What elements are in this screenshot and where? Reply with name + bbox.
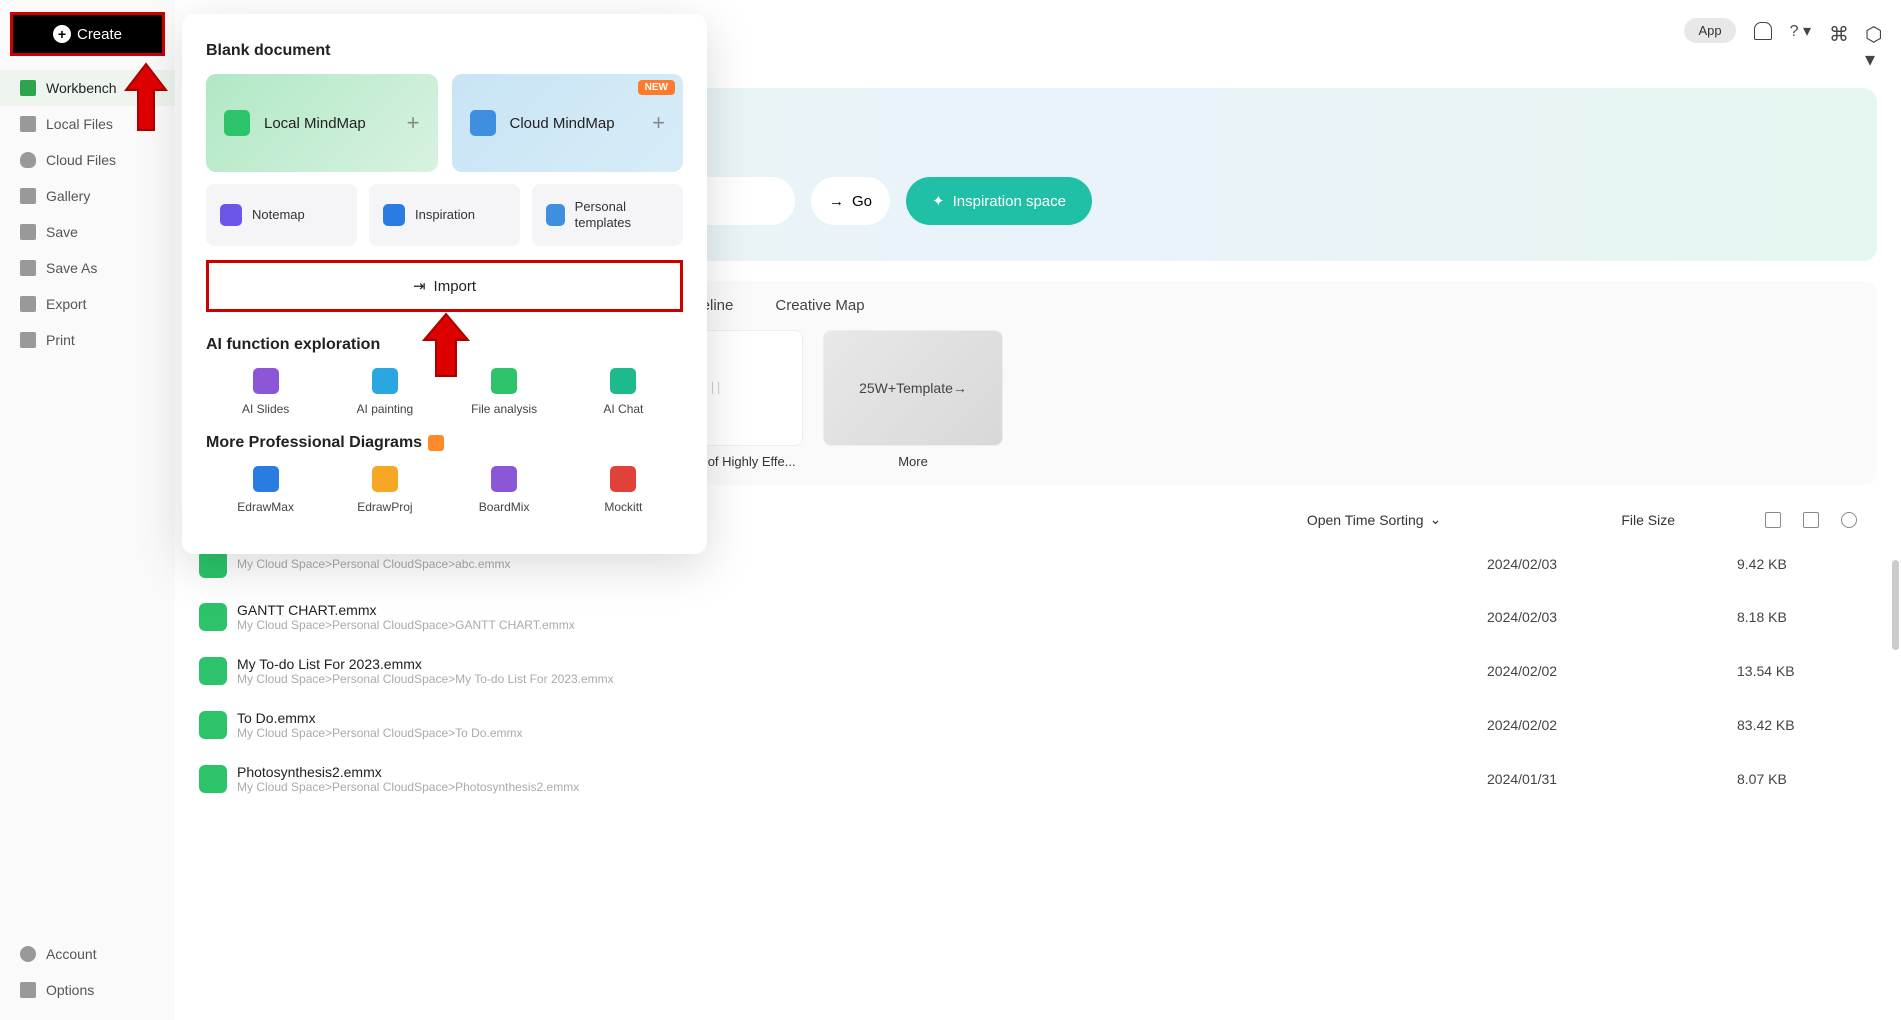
personal-templates-icon bbox=[546, 204, 565, 226]
notemap-card[interactable]: Notemap bbox=[206, 184, 357, 246]
cloud-icon bbox=[20, 152, 36, 168]
cloud-mindmap-icon bbox=[470, 110, 496, 136]
sidebar-item-save-as[interactable]: Save As bbox=[0, 250, 175, 286]
import-icon: ⇥ bbox=[413, 277, 426, 295]
file-name: My To-do List For 2023.emmx bbox=[237, 656, 614, 672]
gift-icon bbox=[428, 435, 444, 451]
list-view-icon[interactable] bbox=[1765, 512, 1781, 528]
gear-icon bbox=[20, 982, 36, 998]
inspiration-card[interactable]: Inspiration bbox=[369, 184, 520, 246]
sidebar-item-gallery[interactable]: Gallery bbox=[0, 178, 175, 214]
file-row[interactable]: To Do.emmx My Cloud Space>Personal Cloud… bbox=[199, 698, 1857, 752]
notemap-icon bbox=[220, 204, 242, 226]
folder-icon bbox=[20, 116, 36, 132]
ai-icon bbox=[253, 368, 279, 394]
local-mindmap-card[interactable]: Local MindMap + bbox=[206, 74, 438, 172]
ai-icon bbox=[610, 368, 636, 394]
sidebar: + Create Workbench Local Files Cloud Fil… bbox=[0, 0, 175, 1020]
sort-open-time[interactable]: Open Time Sorting ⌄ bbox=[1307, 511, 1441, 528]
pro-item[interactable]: EdrawProj bbox=[325, 466, 444, 514]
gallery-icon bbox=[20, 188, 36, 204]
sidebar-item-account[interactable]: Account bbox=[0, 936, 175, 972]
annotation-arrow-import bbox=[416, 310, 476, 382]
tab-creative-map[interactable]: Creative Map bbox=[775, 297, 864, 314]
workbench-icon bbox=[20, 80, 36, 96]
scrollbar-thumb[interactable] bbox=[1892, 560, 1899, 650]
file-name: To Do.emmx bbox=[237, 710, 522, 726]
import-button[interactable]: ⇥ Import bbox=[206, 260, 683, 312]
plus-icon: + bbox=[652, 110, 665, 136]
refresh-icon[interactable] bbox=[1841, 512, 1857, 528]
pro-icon bbox=[491, 466, 517, 492]
file-size: 9.42 KB bbox=[1737, 556, 1857, 572]
save-icon bbox=[20, 224, 36, 240]
account-icon bbox=[20, 946, 36, 962]
pro-item[interactable]: BoardMix bbox=[445, 466, 564, 514]
sidebar-item-options[interactable]: Options bbox=[0, 972, 175, 1008]
create-button[interactable]: + Create bbox=[10, 12, 165, 56]
col-file-size: File Size bbox=[1621, 512, 1675, 528]
file-size: 83.42 KB bbox=[1737, 717, 1857, 733]
file-date: 2024/02/03 bbox=[1487, 556, 1737, 572]
ai-icon bbox=[372, 368, 398, 394]
file-name: Photosynthesis2.emmx bbox=[237, 764, 579, 780]
inspiration-space-button[interactable]: ✦ Inspiration space bbox=[906, 177, 1092, 225]
local-mindmap-icon bbox=[224, 110, 250, 136]
cloud-mindmap-card[interactable]: NEW Cloud MindMap + bbox=[452, 74, 684, 172]
pro-icon bbox=[610, 466, 636, 492]
new-badge: NEW bbox=[638, 80, 675, 95]
file-icon bbox=[199, 550, 227, 578]
file-size: 13.54 KB bbox=[1737, 663, 1857, 679]
file-name: GANTT CHART.emmx bbox=[237, 602, 575, 618]
go-button[interactable]: → Go bbox=[811, 177, 890, 225]
chevron-down-icon: ⌄ bbox=[1430, 511, 1442, 528]
file-path: My Cloud Space>Personal CloudSpace>To Do… bbox=[237, 726, 522, 740]
pro-item[interactable]: EdrawMax bbox=[206, 466, 325, 514]
file-path: My Cloud Space>Personal CloudSpace>My To… bbox=[237, 672, 614, 686]
print-icon bbox=[20, 332, 36, 348]
file-size: 8.18 KB bbox=[1737, 609, 1857, 625]
file-date: 2024/02/03 bbox=[1487, 609, 1737, 625]
create-popover: Blank document Local MindMap + NEW Cloud… bbox=[182, 14, 707, 554]
export-icon bbox=[20, 296, 36, 312]
personal-templates-card[interactable]: Personal templates bbox=[532, 184, 683, 246]
file-row[interactable]: Photosynthesis2.emmx My Cloud Space>Pers… bbox=[199, 752, 1857, 806]
pro-heading: More Professional Diagrams bbox=[206, 434, 683, 452]
file-date: 2024/02/02 bbox=[1487, 663, 1737, 679]
inspiration-icon bbox=[383, 204, 405, 226]
file-path: My Cloud Space>Personal CloudSpace>GANTT… bbox=[237, 618, 575, 632]
file-icon bbox=[199, 711, 227, 739]
sidebar-item-print[interactable]: Print bbox=[0, 322, 175, 358]
pro-icon bbox=[372, 466, 398, 492]
file-row[interactable]: GANTT CHART.emmx My Cloud Space>Personal… bbox=[199, 590, 1857, 644]
file-row[interactable]: My To-do List For 2023.emmx My Cloud Spa… bbox=[199, 644, 1857, 698]
template-thumb-more: 25W+Template → bbox=[823, 330, 1003, 446]
sidebar-item-save[interactable]: Save bbox=[0, 214, 175, 250]
ai-item[interactable]: AI Slides bbox=[206, 368, 325, 416]
pro-icon bbox=[253, 466, 279, 492]
pro-item[interactable]: Mockitt bbox=[564, 466, 683, 514]
annotation-arrow-create bbox=[118, 60, 174, 136]
save-as-icon bbox=[20, 260, 36, 276]
file-date: 2024/02/02 bbox=[1487, 717, 1737, 733]
file-date: 2024/01/31 bbox=[1487, 771, 1737, 787]
trash-icon[interactable] bbox=[1803, 512, 1819, 528]
file-path: My Cloud Space>Personal CloudSpace>abc.e… bbox=[237, 557, 510, 571]
template-card-more[interactable]: 25W+Template → More bbox=[823, 330, 1003, 469]
plus-circle-icon: + bbox=[53, 25, 71, 43]
ai-item[interactable]: AI Chat bbox=[564, 368, 683, 416]
file-icon bbox=[199, 765, 227, 793]
ai-icon bbox=[491, 368, 517, 394]
file-size: 8.07 KB bbox=[1737, 771, 1857, 787]
file-icon bbox=[199, 603, 227, 631]
sidebar-item-cloud-files[interactable]: Cloud Files bbox=[0, 142, 175, 178]
sidebar-item-export[interactable]: Export bbox=[0, 286, 175, 322]
file-icon bbox=[199, 657, 227, 685]
blank-document-heading: Blank document bbox=[206, 42, 683, 60]
create-label: Create bbox=[77, 26, 122, 43]
plus-icon: + bbox=[407, 110, 420, 136]
file-path: My Cloud Space>Personal CloudSpace>Photo… bbox=[237, 780, 579, 794]
file-list: My Cloud Space>Personal CloudSpace>abc.e… bbox=[175, 538, 1901, 806]
